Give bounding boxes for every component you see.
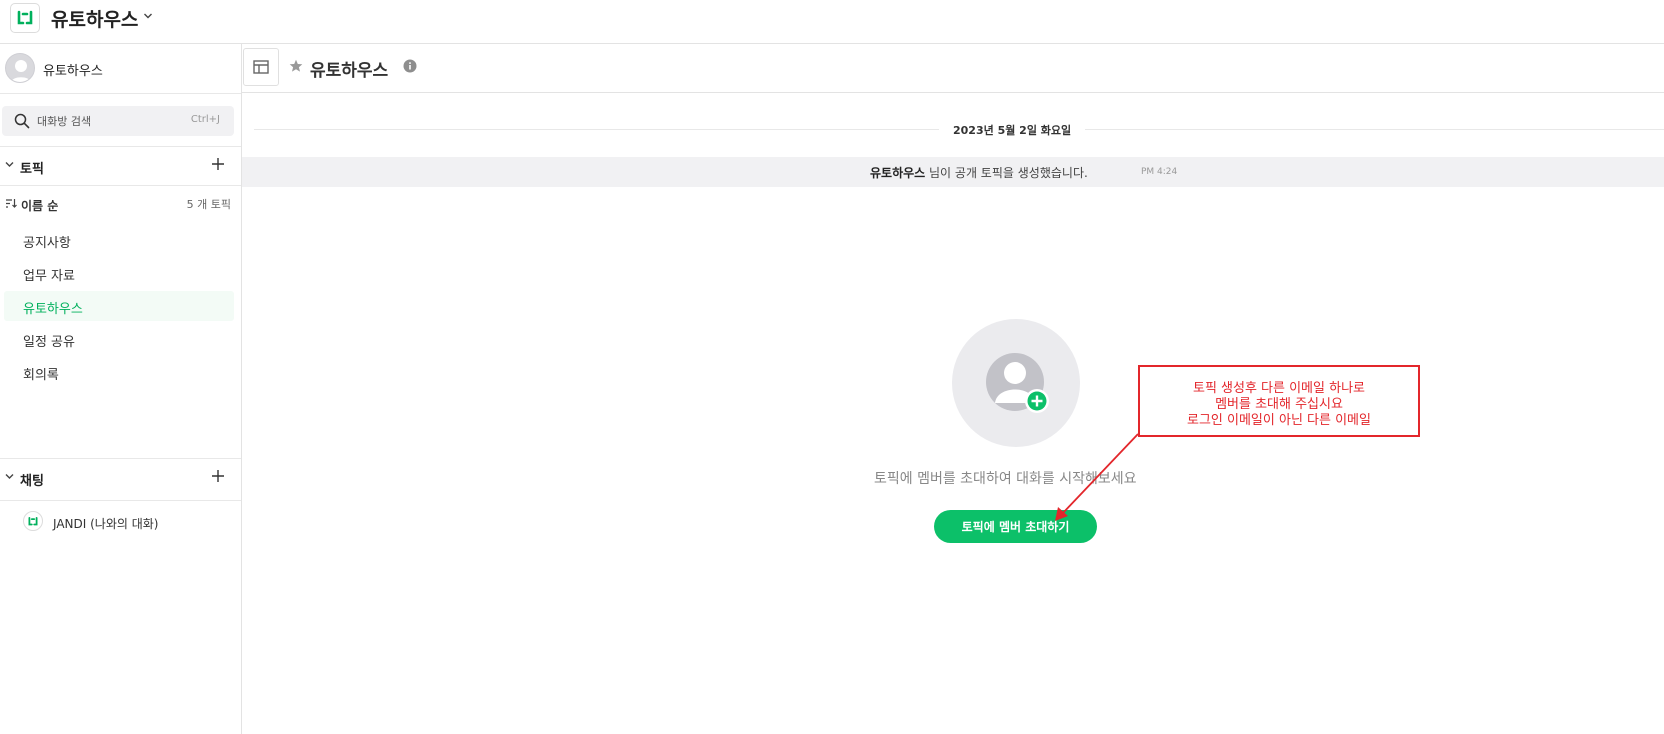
annotation-line: 로그인 이메일이 아닌 다른 이메일 <box>1187 413 1371 428</box>
sidebar-item-topic[interactable]: 회의록 <box>4 357 234 387</box>
chevron-down-icon[interactable] <box>5 473 14 480</box>
sidebar-item-chat[interactable]: JANDI (나와의 대화) <box>0 506 241 538</box>
topic-label: 회의록 <box>23 368 59 383</box>
info-icon[interactable] <box>403 59 417 73</box>
annotation-note: 토픽 생성후 다른 이메일 하나로 멤버를 초대해 주십시요 로그인 이메일이 … <box>1138 365 1420 437</box>
search-input[interactable] <box>37 112 177 130</box>
chevron-down-icon[interactable] <box>143 12 153 20</box>
main-panel: 유토하우스 2023년 5월 2일 화요일 유토하우스 님이 공개 토픽을 생성… <box>242 44 1664 734</box>
team-name[interactable]: 유토하우스 <box>51 5 138 32</box>
topics-section-header[interactable]: 토픽 <box>0 146 241 184</box>
sidebar-item-topic[interactable]: 업무 자료 <box>4 258 234 288</box>
sort-label: 이름 순 <box>21 199 59 213</box>
invite-member-button[interactable]: 토픽에 멤버 초대하기 <box>934 510 1097 543</box>
sidebar: 유토하우스 Ctrl+J 토픽 이름 순 5 개 토픽 공지사항 업무 자료 유… <box>0 44 242 734</box>
topic-count: 5 개 토픽 <box>186 198 231 211</box>
jandi-bot-icon <box>23 511 43 531</box>
search-icon <box>14 113 30 129</box>
layout-icon <box>253 60 269 74</box>
topic-label: 일정 공유 <box>23 335 75 350</box>
message-body: 님이 공개 토픽을 생성했습니다. <box>925 166 1088 180</box>
jandi-logo-icon[interactable] <box>10 3 40 33</box>
topic-label: 업무 자료 <box>23 269 75 284</box>
system-message: 유토하우스 님이 공개 토픽을 생성했습니다. PM 4:24 <box>242 157 1664 187</box>
date-divider: 2023년 5월 2일 화요일 <box>254 120 1664 140</box>
star-icon[interactable] <box>289 59 303 73</box>
topics-section-label: 토픽 <box>20 162 44 177</box>
sidebar-item-topic-active[interactable]: 유토하우스 <box>4 291 234 321</box>
system-message-text: 유토하우스 님이 공개 토픽을 생성했습니다. <box>870 164 1088 181</box>
add-topic-icon[interactable] <box>211 157 225 171</box>
topic-header: 유토하우스 <box>242 44 1664 93</box>
empty-state-avatar <box>952 319 1080 447</box>
chat-section-label: 채팅 <box>20 474 44 489</box>
sidebar-item-topic[interactable]: 공지사항 <box>4 225 234 255</box>
topic-title: 유토하우스 <box>310 61 389 81</box>
topic-label: 유토하우스 <box>23 302 83 317</box>
profile-name: 유토하우스 <box>43 64 103 79</box>
search-box[interactable]: Ctrl+J <box>2 106 234 136</box>
avatar[interactable] <box>5 53 35 83</box>
message-author[interactable]: 유토하우스 <box>870 166 925 180</box>
message-time: PM 4:24 <box>1141 167 1178 177</box>
top-header: 유토하우스 <box>0 0 1664 44</box>
add-chat-icon[interactable] <box>211 469 225 483</box>
empty-state-text: 토픽에 멤버를 초대하여 대화를 시작해보세요 <box>874 471 1137 487</box>
date-text: 2023년 5월 2일 화요일 <box>939 122 1086 138</box>
search-shortcut: Ctrl+J <box>190 114 220 125</box>
profile-row[interactable]: 유토하우스 <box>0 44 241 94</box>
topic-label: 공지사항 <box>23 236 71 251</box>
sort-icon <box>6 199 17 208</box>
sidebar-item-topic[interactable]: 일정 공유 <box>4 324 234 354</box>
topic-sort-row[interactable]: 이름 순 5 개 토픽 <box>0 185 241 221</box>
panel-toggle-button[interactable] <box>243 48 279 86</box>
chat-label: JANDI (나와의 대화) <box>53 517 159 531</box>
chevron-down-icon[interactable] <box>5 161 14 168</box>
chat-section-header[interactable]: 채팅 <box>0 458 241 501</box>
